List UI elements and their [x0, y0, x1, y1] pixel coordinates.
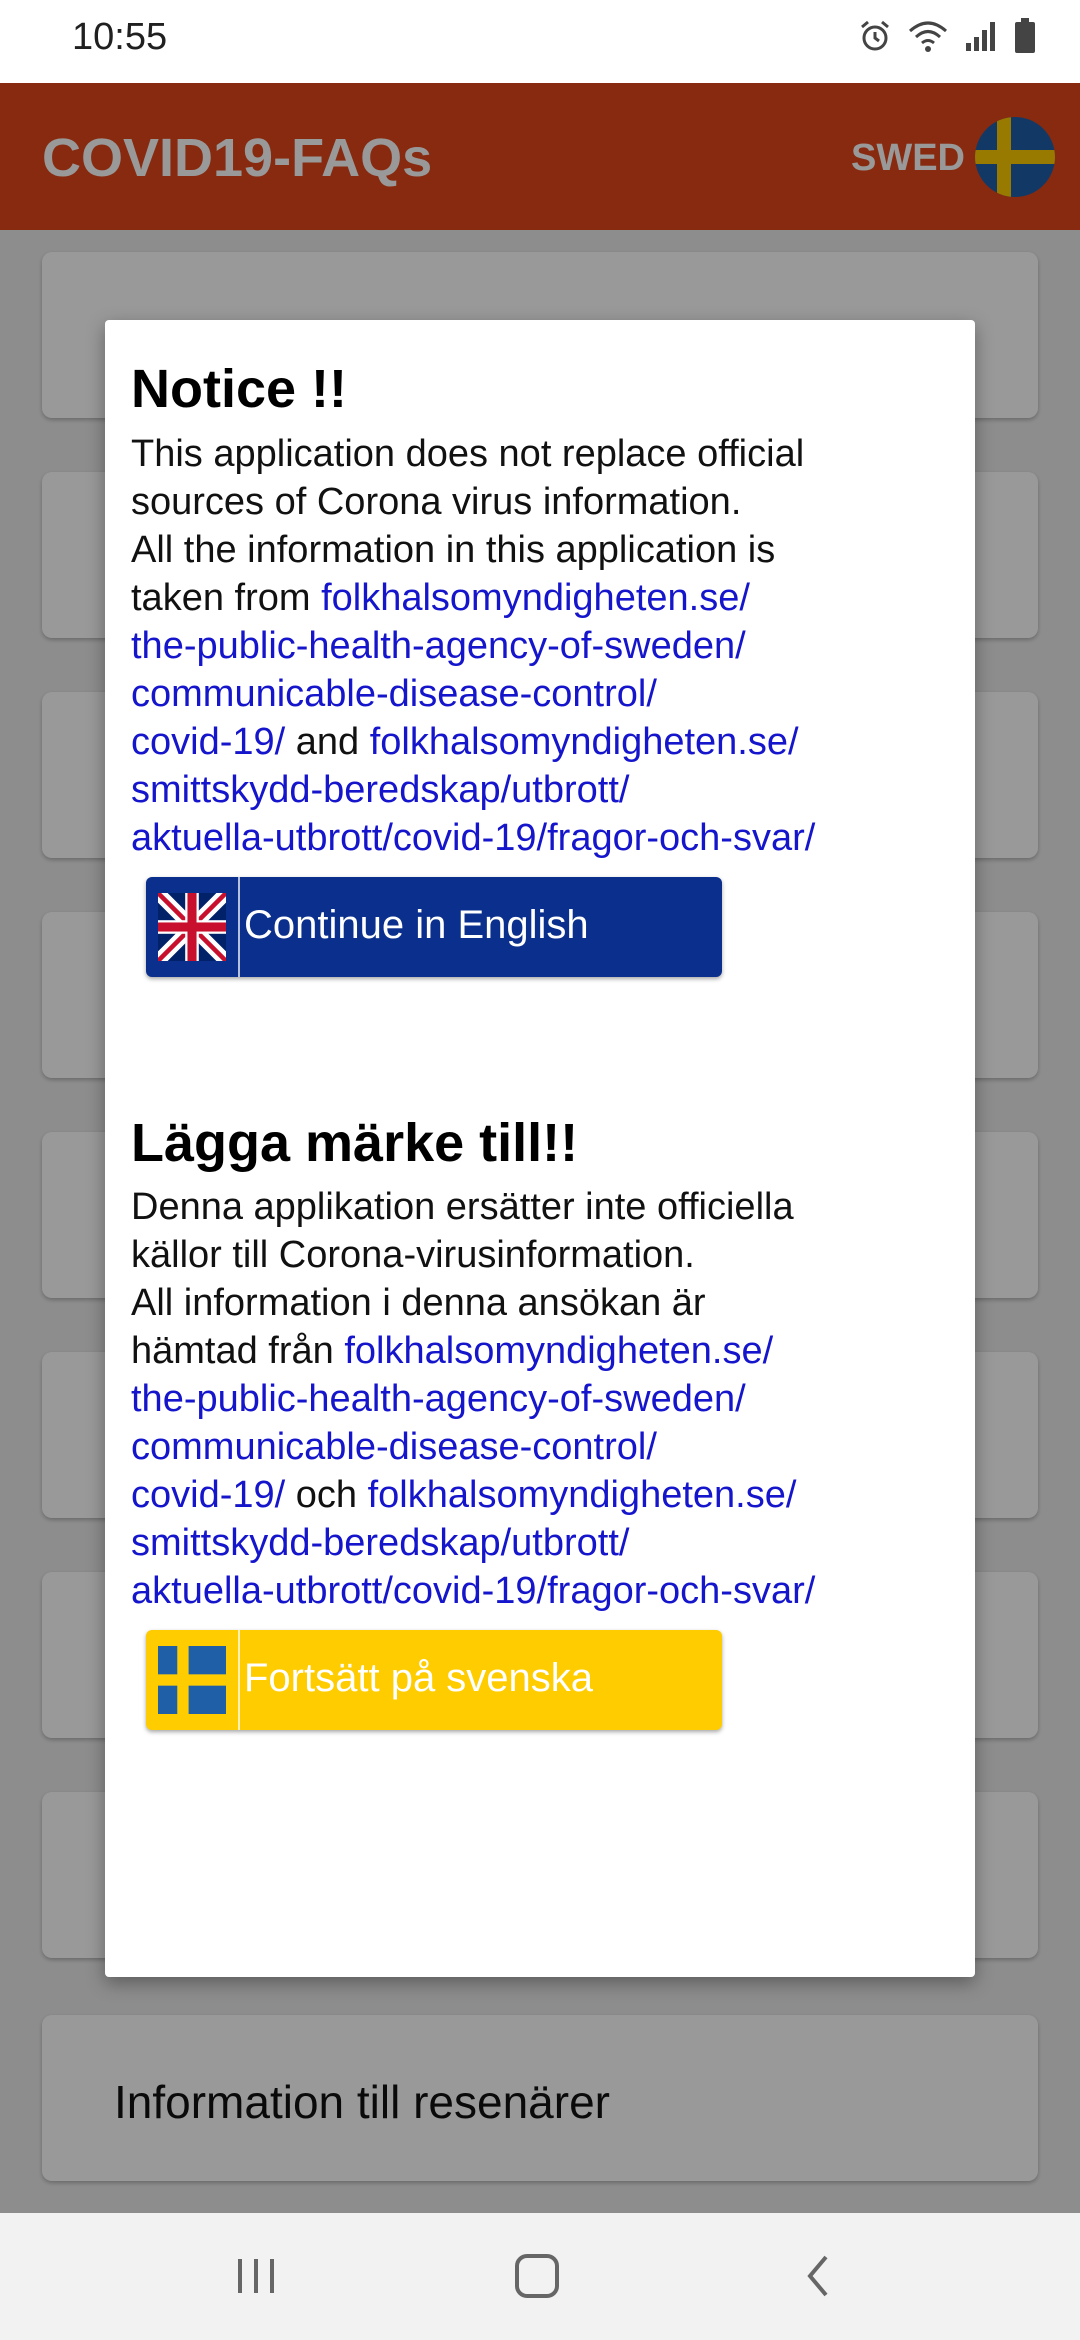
status-icons [858, 18, 1036, 54]
uk-flag-icon [146, 877, 240, 977]
continue-english-button[interactable]: Continue in English [146, 877, 722, 977]
swedish-notice-title: Lägga märke till!! [131, 1113, 579, 1173]
source-link-swedish-1-cont[interactable]: communicable-disease-control/ [131, 1423, 961, 1471]
source-link-english-1-end[interactable]: covid-19/ [131, 721, 285, 763]
continue-swedish-label: Fortsätt på svenska [244, 1656, 594, 1700]
continue-swedish-button[interactable]: Fortsätt på svenska [146, 1630, 722, 1730]
status-bar: 10:55 [0, 0, 1080, 83]
recents-icon[interactable] [232, 2251, 280, 2306]
source-link-english-2-cont[interactable]: smittskydd-beredskap/utbrott/ [131, 766, 961, 814]
source-link-swedish-2[interactable]: folkhalsomyndigheten.se/ [368, 1474, 797, 1516]
source-link-swedish-1-cont[interactable]: the-public-health-agency-of-sweden/ [131, 1375, 961, 1423]
english-notice-title: Notice !! [131, 359, 347, 419]
english-notice-text: This application does not replace offici… [131, 430, 961, 862]
source-link-swedish-1[interactable]: folkhalsomyndigheten.se/ [344, 1330, 773, 1372]
back-icon[interactable] [798, 2251, 838, 2306]
battery-icon [1014, 18, 1036, 54]
alarm-icon [858, 19, 892, 53]
home-icon[interactable] [512, 2251, 562, 2306]
continue-english-label: Continue in English [244, 903, 589, 947]
status-time: 10:55 [72, 16, 168, 58]
system-nav-bar [0, 2213, 1080, 2340]
source-link-english-1[interactable]: folkhalsomyndigheten.se/ [321, 577, 750, 619]
swedish-notice-text: Denna applikation ersätter inte officiel… [131, 1183, 961, 1615]
source-link-english-2-end[interactable]: aktuella-utbrott/covid-19/fragor-och-sva… [131, 814, 961, 862]
sweden-flag-icon [146, 1630, 240, 1730]
source-link-english-1-cont[interactable]: the-public-health-agency-of-sweden/ [131, 622, 961, 670]
source-link-english-2[interactable]: folkhalsomyndigheten.se/ [370, 721, 799, 763]
source-link-swedish-1-end[interactable]: covid-19/ [131, 1474, 285, 1516]
wifi-icon [908, 19, 948, 53]
source-link-swedish-2-end[interactable]: aktuella-utbrott/covid-19/fragor-och-sva… [131, 1567, 961, 1615]
notice-dialog: Notice !! This application does not repl… [105, 320, 975, 1977]
source-link-english-1-cont[interactable]: communicable-disease-control/ [131, 670, 961, 718]
signal-icon [964, 19, 998, 53]
source-link-swedish-2-cont[interactable]: smittskydd-beredskap/utbrott/ [131, 1519, 961, 1567]
